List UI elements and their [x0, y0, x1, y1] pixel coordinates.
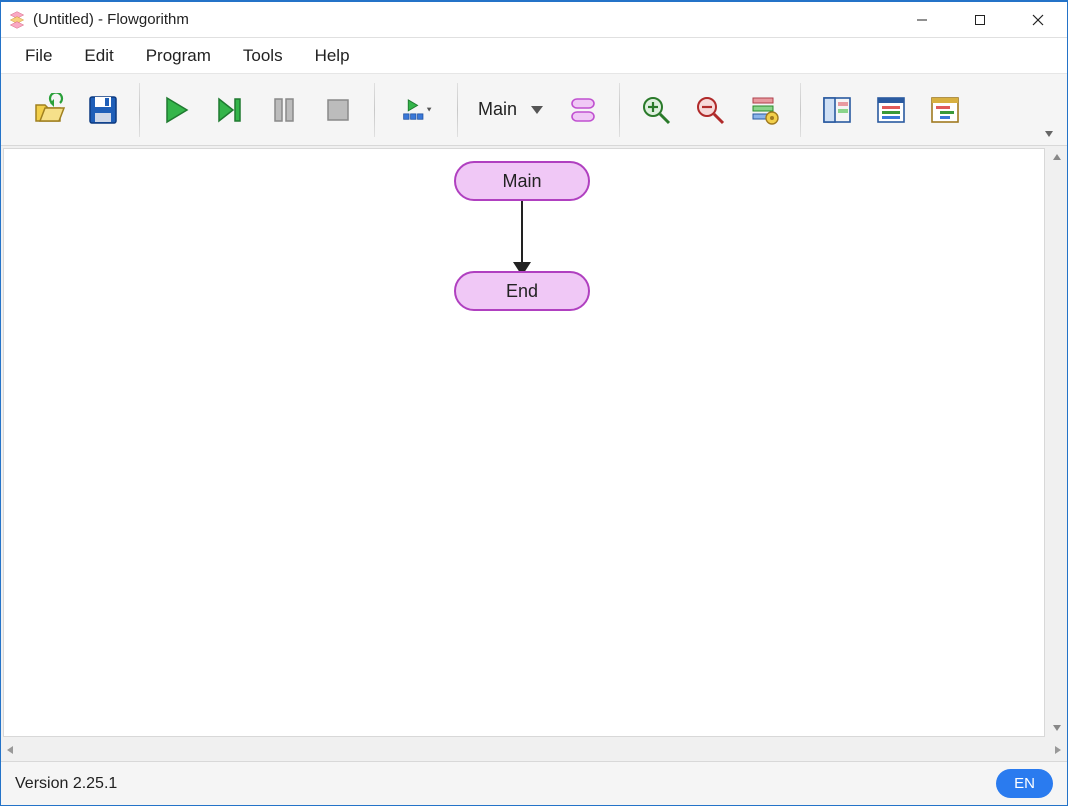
- menu-file[interactable]: File: [11, 40, 66, 72]
- open-button[interactable]: [29, 90, 69, 130]
- version-label: Version 2.25.1: [15, 775, 117, 793]
- flowchart-end-node[interactable]: End: [454, 271, 590, 311]
- flowchart-end-label: End: [506, 281, 538, 302]
- stop-button[interactable]: [318, 90, 358, 130]
- flowchart-start-node[interactable]: Main: [454, 161, 590, 201]
- status-bar: Version 2.25.1 EN: [1, 761, 1067, 805]
- toolbar-overflow[interactable]: [1043, 74, 1055, 145]
- app-icon: [7, 10, 27, 30]
- scroll-right-icon[interactable]: [1053, 742, 1063, 758]
- close-button[interactable]: [1009, 2, 1067, 38]
- maximize-button[interactable]: [951, 2, 1009, 38]
- menu-program[interactable]: Program: [132, 40, 225, 72]
- flowchart-start-label: Main: [502, 171, 541, 192]
- function-selector[interactable]: Main: [474, 99, 549, 120]
- window-title: (Untitled) - Flowgorithm: [33, 11, 189, 28]
- function-selector-label: Main: [478, 99, 517, 120]
- menu-bar: File Edit Program Tools Help: [1, 38, 1067, 74]
- pause-button[interactable]: [264, 90, 304, 130]
- menu-tools[interactable]: Tools: [229, 40, 297, 72]
- variables-panel-button[interactable]: [817, 90, 857, 130]
- chevron-down-icon: [529, 104, 545, 116]
- save-button[interactable]: [83, 90, 123, 130]
- menu-help[interactable]: Help: [301, 40, 364, 72]
- source-code-button[interactable]: [925, 90, 965, 130]
- function-manager-button[interactable]: [563, 90, 603, 130]
- minimize-button[interactable]: [893, 2, 951, 38]
- layout-settings-button[interactable]: [744, 90, 784, 130]
- scroll-up-icon[interactable]: [1052, 148, 1062, 166]
- step-button[interactable]: [210, 90, 250, 130]
- menu-edit[interactable]: Edit: [70, 40, 127, 72]
- zoom-in-button[interactable]: [636, 90, 676, 130]
- console-panel-button[interactable]: [871, 90, 911, 130]
- flowchart-connector[interactable]: [521, 201, 523, 271]
- title-bar: (Untitled) - Flowgorithm: [1, 2, 1067, 38]
- horizontal-scrollbar[interactable]: [1, 739, 1067, 761]
- scroll-down-icon[interactable]: [1052, 719, 1062, 737]
- toolbar: Main: [1, 74, 1067, 146]
- zoom-out-button[interactable]: [690, 90, 730, 130]
- run-button[interactable]: [156, 90, 196, 130]
- scroll-left-icon[interactable]: [5, 742, 15, 758]
- language-button[interactable]: EN: [996, 769, 1053, 798]
- flowchart-canvas[interactable]: Main End: [3, 148, 1045, 737]
- vertical-scrollbar[interactable]: [1047, 146, 1067, 739]
- run-speed-button[interactable]: [391, 90, 441, 130]
